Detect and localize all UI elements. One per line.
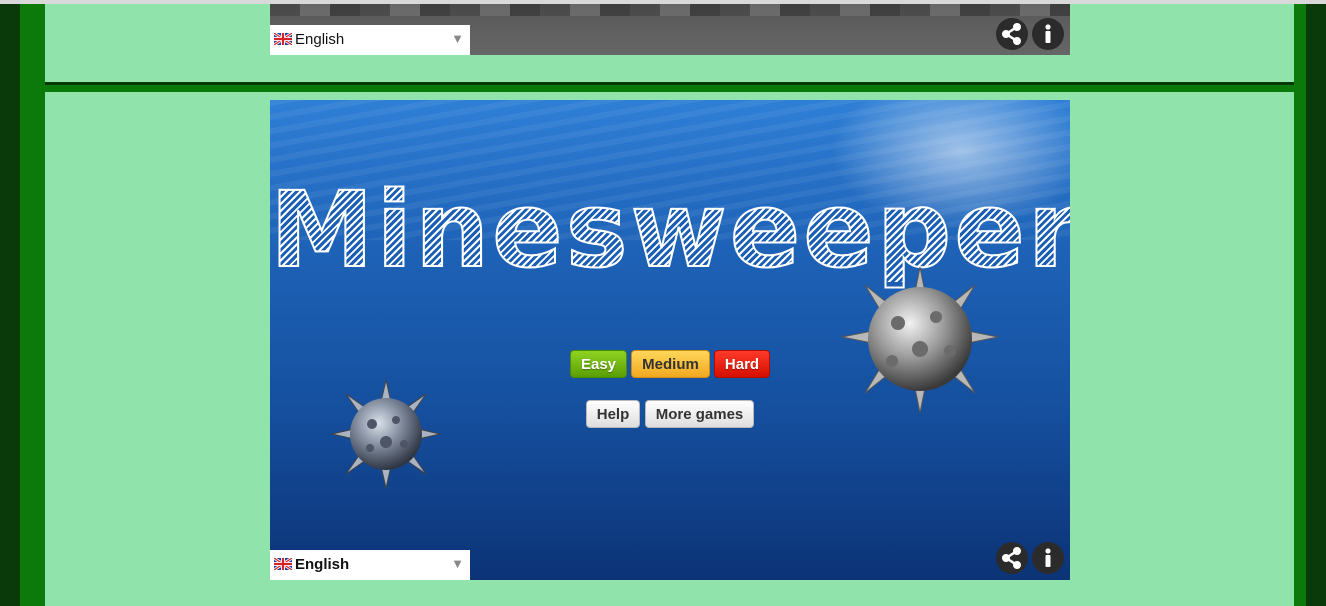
info-icon	[1045, 548, 1051, 567]
easy-button[interactable]: Easy	[570, 350, 627, 378]
more-games-button[interactable]: More games	[645, 400, 754, 428]
language-select-top[interactable]: English ▼	[270, 25, 470, 55]
sea-mine-icon	[331, 379, 441, 489]
section-divider	[45, 82, 1294, 92]
language-label-bottom: English	[295, 556, 350, 573]
hard-button[interactable]: Hard	[714, 350, 770, 378]
share-icon	[1002, 547, 1021, 569]
previous-game-artwork	[270, 4, 1070, 16]
info-button-bottom[interactable]	[1032, 542, 1064, 574]
uk-flag-icon	[274, 33, 292, 45]
help-button[interactable]: Help	[586, 400, 640, 428]
minesweeper-game-frame[interactable]: Minesweeper Easy Medium Hard Help More g…	[270, 100, 1070, 580]
right-dark-border	[1306, 4, 1326, 606]
share-icon	[1002, 23, 1021, 45]
uk-flag-icon	[274, 558, 292, 570]
language-label-top: English	[295, 31, 345, 48]
chevron-down-icon: ▼	[451, 556, 464, 571]
language-select-bottom[interactable]: English ▼	[270, 550, 470, 580]
medium-button[interactable]: Medium	[631, 350, 710, 378]
left-dark-border	[0, 4, 20, 606]
share-button-bottom[interactable]	[996, 542, 1028, 574]
chevron-down-icon: ▼	[451, 31, 464, 46]
info-icon	[1045, 24, 1051, 43]
info-button-top[interactable]	[1032, 18, 1064, 50]
previous-game-frame: English ▼	[270, 4, 1070, 55]
share-button-top[interactable]	[996, 18, 1028, 50]
left-green-border	[20, 4, 45, 606]
sea-mine-icon	[841, 266, 999, 414]
right-green-border	[1294, 4, 1306, 606]
